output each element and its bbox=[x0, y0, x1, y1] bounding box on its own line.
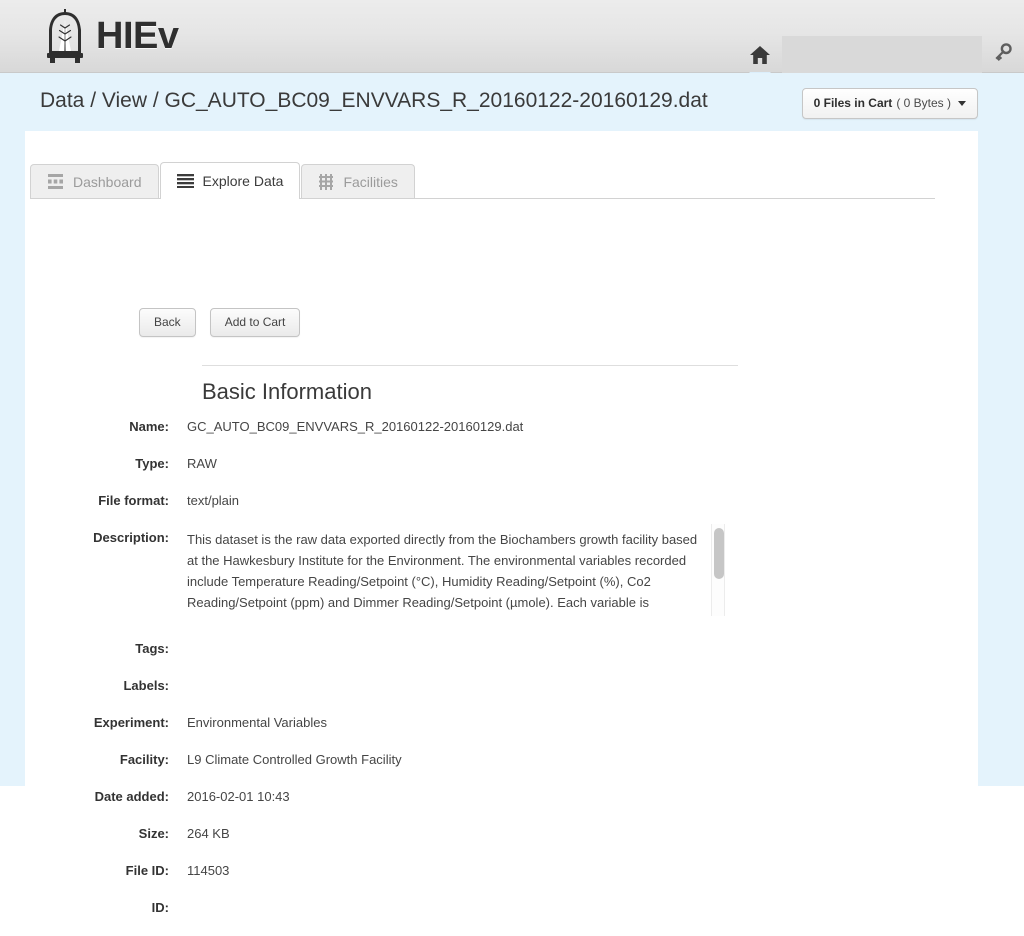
brand-name: HIEv bbox=[96, 15, 179, 57]
file-id-value: 114503 bbox=[187, 863, 230, 878]
description-scroll-region[interactable]: This dataset is the raw data exported di… bbox=[187, 524, 725, 616]
field-row-labels: Labels: bbox=[40, 677, 760, 695]
chamber-tree-logo-icon bbox=[44, 8, 86, 64]
description-scrollbar-thumb[interactable] bbox=[714, 528, 724, 579]
page-title: Basic Information bbox=[202, 379, 372, 404]
user-name-label bbox=[794, 47, 899, 62]
description-label: Description: bbox=[93, 530, 169, 545]
field-row-type: Type: RAW bbox=[40, 455, 760, 473]
home-icon bbox=[749, 45, 771, 65]
experiment-value: Environmental Variables bbox=[187, 715, 327, 730]
field-row-tags: Tags: bbox=[40, 640, 760, 658]
basic-information-section: Basic Information bbox=[202, 365, 738, 407]
tab-dashboard-label: Dashboard bbox=[73, 173, 142, 190]
field-row-id: ID: bbox=[40, 899, 760, 917]
file-format-label: File format: bbox=[98, 493, 169, 508]
top-header-bar: HIEv bbox=[0, 0, 1024, 83]
home-nav-button[interactable] bbox=[738, 36, 782, 83]
id-label: ID: bbox=[151, 900, 169, 915]
field-row-size: Size: 264 KB bbox=[40, 825, 760, 843]
chevron-down-icon bbox=[958, 100, 966, 106]
field-row-file-id: File ID: 114503 bbox=[40, 862, 760, 880]
description-value: This dataset is the raw data exported di… bbox=[187, 532, 698, 610]
tags-label: Tags: bbox=[135, 641, 169, 656]
type-label: Type: bbox=[135, 456, 169, 471]
size-value: 264 KB bbox=[187, 826, 230, 841]
date-added-label: Date added: bbox=[94, 789, 169, 804]
cart-dropdown-button[interactable]: 0 Files in Cart ( 0 Bytes ) bbox=[801, 88, 978, 119]
facilities-building-icon bbox=[318, 173, 334, 190]
experiment-label: Experiment: bbox=[93, 715, 169, 730]
cart-size-label: ( 0 Bytes ) bbox=[896, 96, 951, 110]
action-button-group: Back Add to Cart bbox=[139, 308, 301, 338]
add-to-cart-button[interactable]: Add to Cart bbox=[209, 308, 301, 338]
breadcrumb-row: Data / View / GC_AUTO_BC09_ENVVARS_R_201… bbox=[0, 73, 1024, 133]
key-icon bbox=[994, 43, 1012, 66]
file-id-label: File ID: bbox=[125, 863, 169, 878]
type-value: RAW bbox=[187, 456, 217, 471]
list-icon bbox=[176, 174, 194, 188]
breadcrumb: Data / View / GC_AUTO_BC09_ENVVARS_R_201… bbox=[40, 89, 708, 112]
tab-explore-data[interactable]: Explore Data bbox=[159, 162, 301, 199]
tab-explore-data-label: Explore Data bbox=[202, 173, 284, 189]
tab-dashboard[interactable]: Dashboard bbox=[30, 164, 159, 198]
file-details-list: Name: GC_AUTO_BC09_ENVVARS_R_20160122-20… bbox=[40, 418, 760, 936]
name-label: Name: bbox=[129, 419, 169, 434]
field-row-description: Description: This dataset is the raw dat… bbox=[40, 524, 760, 616]
field-row-name: Name: GC_AUTO_BC09_ENVVARS_R_20160122-20… bbox=[40, 418, 760, 436]
user-account-menu[interactable] bbox=[782, 36, 982, 73]
tab-facilities[interactable]: Facilities bbox=[301, 164, 415, 198]
account-key-button[interactable] bbox=[982, 36, 1024, 73]
size-label: Size: bbox=[138, 826, 169, 841]
section-divider bbox=[202, 365, 738, 366]
back-button[interactable]: Back bbox=[139, 308, 196, 338]
top-nav bbox=[738, 36, 1024, 83]
description-scrollbar[interactable] bbox=[711, 524, 725, 616]
field-row-file-format: File format: text/plain bbox=[40, 492, 760, 510]
file-format-value: text/plain bbox=[187, 493, 240, 508]
name-value: GC_AUTO_BC09_ENVVARS_R_20160122-20160129… bbox=[187, 419, 524, 434]
field-row-experiment: Experiment: Environmental Variables bbox=[40, 714, 760, 732]
facility-label: Facility: bbox=[119, 752, 169, 767]
tab-bar: Dashboard Explore Data Facilities bbox=[30, 162, 935, 199]
brand[interactable]: HIEv bbox=[44, 8, 179, 64]
cart-files-label: 0 Files in Cart bbox=[813, 96, 893, 110]
labels-label: Labels: bbox=[123, 678, 169, 693]
date-added-value: 2016-02-01 10:43 bbox=[187, 789, 290, 804]
field-row-date-added: Date added: 2016-02-01 10:43 bbox=[40, 788, 760, 806]
tab-facilities-label: Facilities bbox=[343, 173, 398, 190]
facility-value: L9 Climate Controlled Growth Facility bbox=[187, 752, 402, 767]
field-row-facility: Facility: L9 Climate Controlled Growth F… bbox=[40, 751, 760, 769]
page-body: Data / View / GC_AUTO_BC09_ENVVARS_R_201… bbox=[0, 73, 1024, 915]
dashboard-icon bbox=[47, 174, 64, 189]
